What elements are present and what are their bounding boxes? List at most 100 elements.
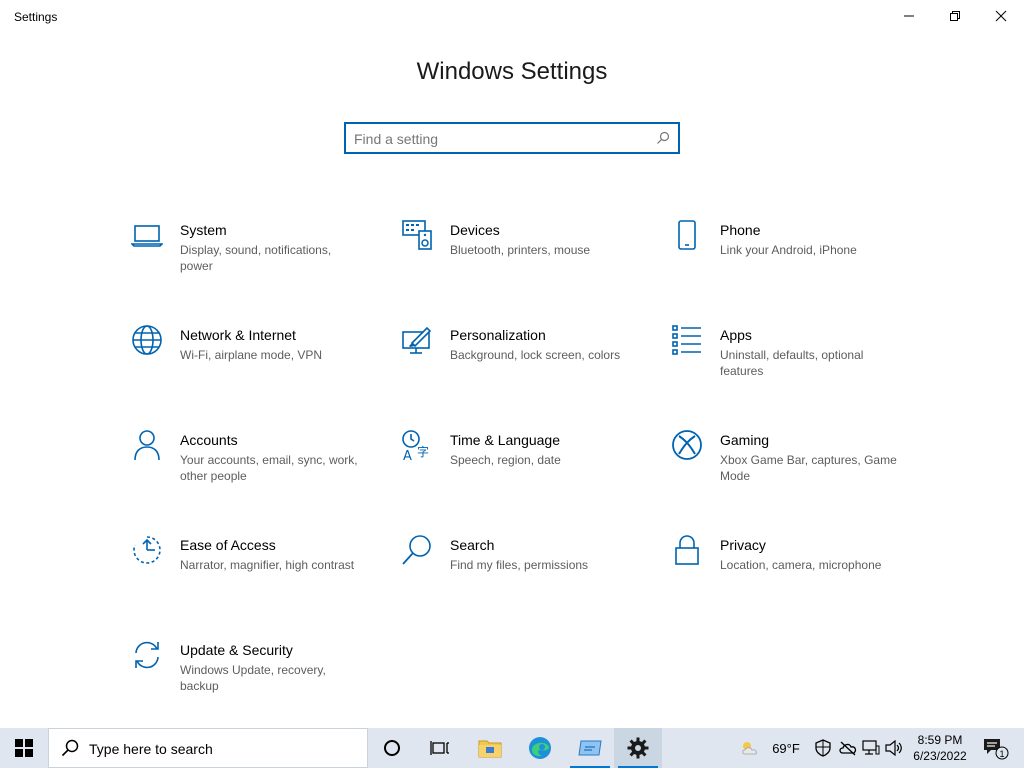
search-icon[interactable]: [656, 131, 670, 145]
close-button[interactable]: [978, 0, 1024, 32]
app-window-icon: [578, 740, 602, 756]
tile-title: Personalization: [450, 327, 546, 343]
edge-browser-button[interactable]: [516, 728, 564, 768]
tile-gaming[interactable]: Gaming Xbox Game Bar, captures, Game Mod…: [670, 428, 920, 508]
tile-title: Accounts: [180, 432, 238, 448]
start-button[interactable]: [0, 728, 48, 768]
page-title: Windows Settings: [416, 58, 608, 85]
temperature-label: 69°F: [772, 740, 800, 756]
notification-icon: 1: [984, 739, 1009, 760]
tile-personalization[interactable]: Personalization Background, lock screen,…: [400, 323, 650, 403]
tile-description: Windows Update, recovery, backup: [180, 663, 326, 693]
partly-sunny-icon: [742, 742, 757, 755]
time-language-icon: A字: [400, 428, 434, 462]
tile-title: Update & Security: [180, 642, 293, 658]
taskbar: Type here to search 69°F 8:59 PM 6/23/20…: [0, 728, 1024, 768]
settings-search-box[interactable]: [344, 122, 680, 154]
tile-system[interactable]: System Display, sound, notifications, po…: [130, 218, 380, 298]
svg-text:A: A: [403, 449, 412, 461]
ease-of-access-icon: [130, 533, 164, 567]
tile-description: Location, camera, microphone: [720, 558, 882, 572]
tile-phone[interactable]: Phone Link your Android, iPhone: [670, 218, 920, 298]
action-center-button[interactable]: 1: [978, 728, 1014, 768]
tile-title: Time & Language: [450, 432, 560, 448]
svg-text:字: 字: [417, 444, 429, 459]
tile-ease-of-access[interactable]: Ease of Access Narrator, magnifier, high…: [130, 533, 380, 613]
keyboard-speaker-icon: [400, 218, 434, 252]
tile-title: System: [180, 222, 227, 238]
window-title: Settings: [14, 10, 58, 24]
tile-update-security[interactable]: Update & Security Windows Update, recove…: [130, 638, 380, 718]
weather-button[interactable]: [736, 728, 764, 768]
clock-time: 8:59 PM: [917, 733, 963, 747]
taskbar-search-placeholder: Type here to search: [89, 741, 213, 757]
edge-icon: [529, 737, 551, 759]
phone-icon: [670, 218, 704, 252]
security-tray-button[interactable]: [812, 728, 834, 768]
tile-title: Apps: [720, 327, 752, 343]
onedrive-tray-button[interactable]: [836, 728, 860, 768]
windows-logo-icon: [15, 739, 33, 757]
settings-search-input[interactable]: [354, 129, 644, 149]
restore-button[interactable]: [932, 0, 978, 32]
cortana-circle-icon: [384, 740, 400, 756]
tile-description: Link your Android, iPhone: [720, 243, 857, 257]
clock-date: 6/23/2022: [913, 749, 967, 763]
paint-monitor-icon: [400, 323, 434, 357]
cloud-offline-icon: [839, 741, 857, 756]
network-icon: [862, 740, 880, 755]
tile-title: Search: [450, 537, 495, 553]
tile-title: Privacy: [720, 537, 766, 553]
tile-description: Xbox Game Bar, captures, Game Mode: [720, 453, 897, 483]
tile-description: Narrator, magnifier, high contrast: [180, 558, 355, 572]
globe-icon: [130, 323, 164, 357]
clock[interactable]: 8:59 PM 6/23/2022: [900, 732, 980, 764]
network-tray-button[interactable]: [860, 728, 882, 768]
tile-description: Display, sound, notifications, power: [180, 243, 332, 273]
tile-apps[interactable]: Apps Uninstall, defaults, optional featu…: [670, 323, 920, 403]
shield-icon: [815, 739, 831, 757]
taskbar-app-button[interactable]: [566, 728, 614, 768]
restore-icon: [950, 11, 960, 21]
laptop-icon: [130, 218, 164, 252]
notification-count: 1: [999, 749, 1004, 759]
cortana-button[interactable]: [368, 728, 416, 768]
task-view-button[interactable]: [416, 728, 464, 768]
tile-privacy[interactable]: Privacy Location, camera, microphone: [670, 533, 920, 613]
search-icon: [61, 739, 79, 757]
tile-network-internet[interactable]: Network & Internet Wi-Fi, airplane mode,…: [130, 323, 380, 403]
task-view-icon: [430, 741, 449, 755]
tile-time-language[interactable]: A字 Time & Language Speech, region, date: [400, 428, 650, 508]
tile-description: Bluetooth, printers, mouse: [450, 243, 591, 257]
tile-accounts[interactable]: Accounts Your accounts, email, sync, wor…: [130, 428, 380, 508]
file-explorer-button[interactable]: [466, 728, 514, 768]
tile-title: Ease of Access: [180, 537, 276, 553]
title-bar: Settings: [0, 0, 1024, 32]
taskbar-search-box[interactable]: Type here to search: [48, 728, 368, 768]
tile-description: Your accounts, email, sync, work, other …: [180, 453, 358, 483]
lock-icon: [670, 533, 704, 567]
xbox-icon: [670, 428, 704, 462]
tile-title: Devices: [450, 222, 500, 238]
gear-icon: [627, 737, 649, 759]
close-icon: [995, 10, 1007, 22]
tile-title: Network & Internet: [180, 327, 296, 343]
tile-title: Gaming: [720, 432, 770, 448]
sync-arrows-icon: [130, 638, 164, 672]
tile-description: Background, lock screen, colors: [450, 348, 621, 362]
minimize-icon: [904, 15, 914, 17]
tile-devices[interactable]: Devices Bluetooth, printers, mouse: [400, 218, 650, 298]
minimize-button[interactable]: [886, 0, 932, 32]
tile-description: Speech, region, date: [450, 453, 561, 467]
magnifier-icon: [400, 533, 434, 567]
folder-icon: [478, 740, 502, 758]
tile-description: Uninstall, defaults, optional features: [720, 348, 864, 378]
tile-description: Wi-Fi, airplane mode, VPN: [180, 348, 323, 362]
tile-description: Find my files, permissions: [450, 558, 589, 572]
apps-list-icon: [670, 323, 704, 357]
settings-taskbar-button[interactable]: [614, 728, 662, 768]
person-icon: [130, 428, 164, 462]
weather-temperature[interactable]: 69°F: [764, 728, 808, 768]
tile-title: Phone: [720, 222, 761, 238]
tile-search[interactable]: Search Find my files, permissions: [400, 533, 650, 613]
